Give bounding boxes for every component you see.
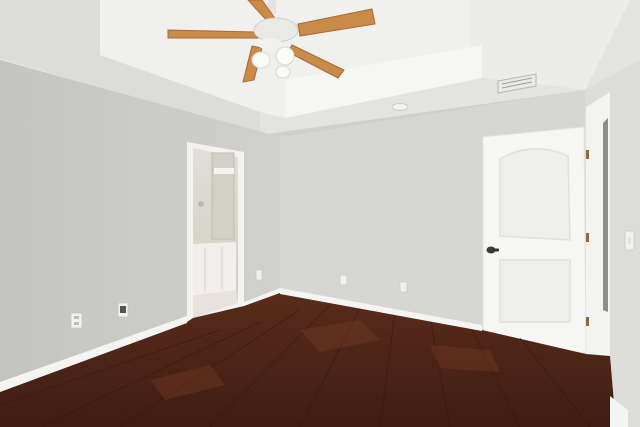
door-hinge [586,150,589,159]
power-outlet-icon[interactable] [399,281,408,293]
power-outlet-icon[interactable] [117,302,129,318]
smoke-detector [391,103,409,111]
light-switch-icon[interactable] [624,230,635,251]
power-outlet-icon[interactable] [339,274,348,286]
door-jamb-shadow [603,118,608,312]
bathroom-cabinet [193,242,236,296]
room-illustration [0,0,640,427]
door-upper-panel [499,147,571,241]
towel-ring [198,201,204,207]
power-outlet-icon[interactable] [255,269,263,281]
bathroom-doorway[interactable] [187,142,244,322]
fan-motor [253,17,299,43]
vanity-light [214,168,234,174]
door-hinge [586,317,589,326]
bedroom-photo [0,0,640,427]
power-outlet-icon[interactable] [70,312,83,329]
door-lower-panel [499,259,571,323]
bathroom-mirror [211,152,235,240]
door-hinge [586,233,589,242]
